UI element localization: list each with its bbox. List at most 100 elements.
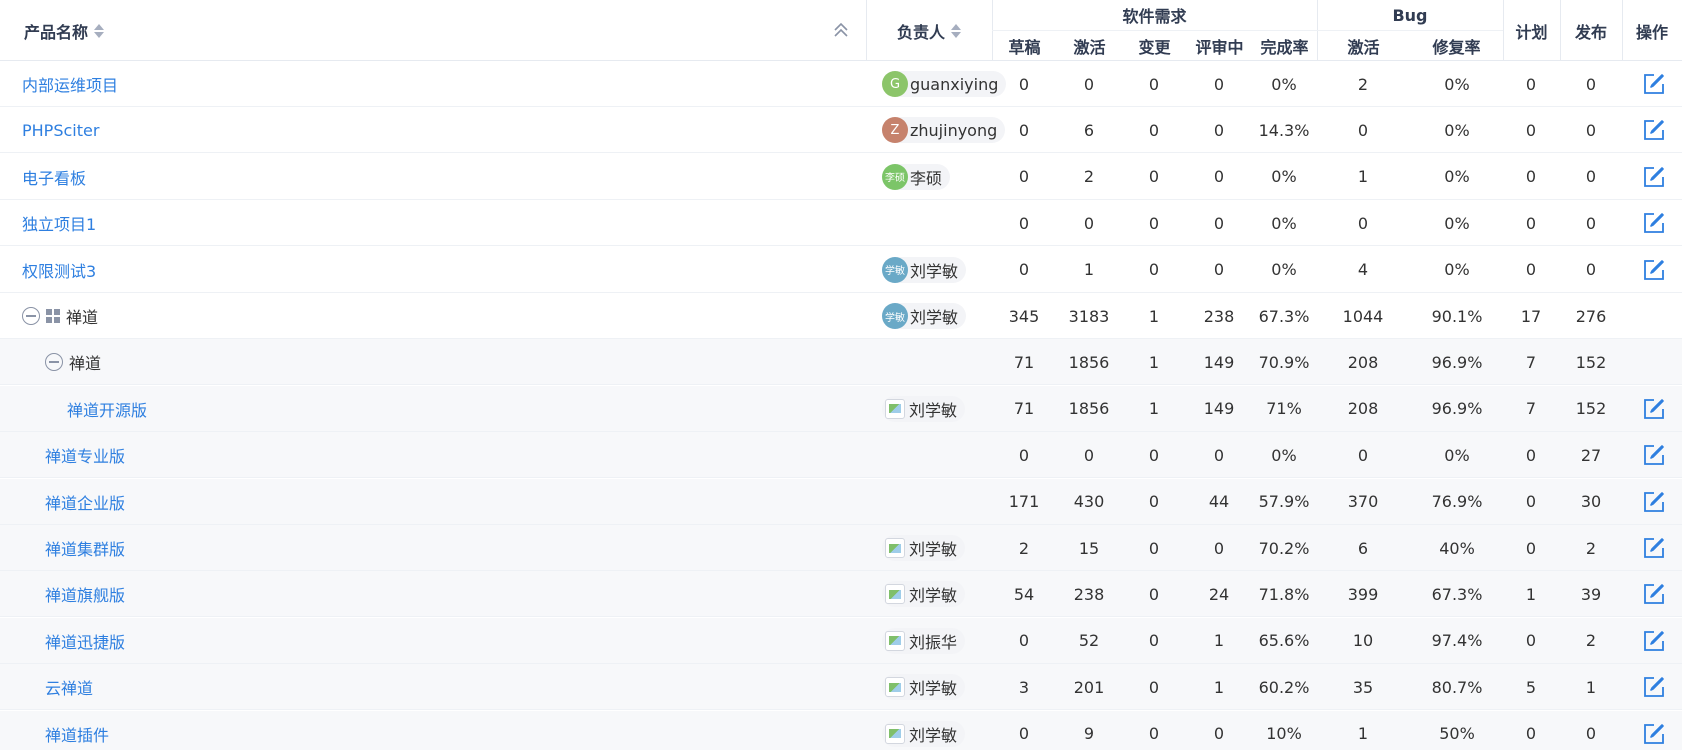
edit-icon[interactable] [1642,72,1666,96]
double-chevron-up-icon[interactable] [832,20,850,40]
collapse-circle-icon[interactable] [22,307,40,325]
cell-changed: 0 [1148,74,1160,94]
sort-icon[interactable] [94,23,105,38]
product-link[interactable]: 禅道开源版 [67,397,147,421]
header-story-reviewing: 评审中 [1195,37,1244,57]
cell-release: 152 [1575,399,1607,419]
cell-bug-active: 4 [1357,260,1369,280]
edit-icon[interactable] [1642,258,1666,282]
owner-name: 李硕 [910,168,943,188]
cell-bug-fixrate: 96.9% [1431,352,1483,372]
product-link[interactable]: 禅道插件 [45,722,109,746]
product-name-cell: 禅道插件 [45,711,109,750]
header-product-name[interactable]: 产品名称 [24,0,105,61]
avatar-image-icon [885,584,905,605]
cell-draft: 0 [1018,260,1030,280]
table-row: 禅道开源版 刘学敏 71 1856 1 149 71% 208 96.9% 7 152 [0,385,1682,432]
cell-plan: 1 [1525,584,1537,604]
cell-active: 430 [1073,492,1105,512]
header-story-active: 激活 [1073,37,1106,57]
cell-active: 1856 [1068,352,1110,372]
cell-active: 52 [1078,631,1100,651]
cell-changed: 0 [1148,492,1160,512]
cell-draft: 3 [1018,677,1030,697]
cell-active: 1 [1083,260,1095,280]
edit-icon[interactable] [1642,118,1666,142]
header-plan: 计划 [1515,22,1548,42]
cell-active: 0 [1083,213,1095,233]
cell-bug-active: 1 [1357,167,1369,187]
edit-icon[interactable] [1642,490,1666,514]
edit-icon[interactable] [1642,582,1666,606]
product-table: 产品名称 负责人 软件需求 草稿 激活 变更 评审中 完成率 Bug 激活 修复… [0,0,1682,750]
cell-completion: 0% [1271,74,1297,94]
owner-chip: 刘学敏 [882,720,966,747]
sort-icon[interactable] [951,23,961,38]
header-release: 发布 [1574,22,1607,42]
cell-active: 201 [1073,677,1105,697]
avatar: 李硕 [882,163,908,190]
product-link[interactable]: PHPSciter [22,121,99,140]
cell-reviewing: 0 [1213,445,1225,465]
cell-release: 0 [1585,74,1597,94]
table-row: 禅道专业版 0 0 0 0 0% 0 0% 0 27 [0,432,1682,479]
edit-icon[interactable] [1642,443,1666,467]
cell-active: 0 [1083,445,1095,465]
product-link[interactable]: 禅道专业版 [45,443,125,467]
cell-plan: 0 [1525,538,1537,558]
cell-plan: 17 [1520,306,1542,326]
product-link[interactable]: 禅道旗舰版 [45,582,125,606]
collapse-circle-icon[interactable] [45,353,63,372]
cell-completion: 71.8% [1258,584,1310,604]
edit-icon[interactable] [1642,397,1666,421]
cell-bug-active: 0 [1357,445,1369,465]
product-link[interactable]: 禅道集群版 [45,536,125,560]
product-link[interactable]: 禅道迅捷版 [45,629,125,653]
product-link[interactable]: 权限测试3 [22,258,96,282]
edit-icon[interactable] [1642,165,1666,189]
product-link[interactable]: 禅道企业版 [45,490,125,514]
cell-reviewing: 0 [1213,74,1225,94]
edit-icon[interactable] [1642,629,1666,653]
edit-icon[interactable] [1642,536,1666,560]
cell-draft: 0 [1018,724,1030,744]
cell-bug-fixrate: 96.9% [1431,399,1483,419]
cell-plan: 0 [1525,631,1537,651]
cell-draft: 71 [1013,352,1035,372]
cell-draft: 345 [1008,306,1040,326]
edit-icon[interactable] [1642,722,1666,746]
cell-bug-fixrate: 0% [1444,120,1470,140]
product-link[interactable]: 独立项目1 [22,211,96,235]
cell-reviewing: 149 [1203,399,1235,419]
product-link[interactable]: 电子看板 [22,165,86,189]
cell-bug-fixrate: 80.7% [1431,677,1483,697]
product-link[interactable]: 内部运维项目 [22,72,118,96]
cell-draft: 0 [1018,120,1030,140]
cell-release: 1 [1585,677,1597,697]
table-row: 电子看板 李硕 李硕 0 2 0 0 0% 1 0% 0 0 [0,154,1682,200]
owner-name: 刘振华 [909,632,958,652]
header-story-draft: 草稿 [1008,37,1041,57]
cell-reviewing: 0 [1213,167,1225,187]
header-action: 操作 [1635,22,1668,42]
edit-icon[interactable] [1642,675,1666,699]
product-name-cell: PHPSciter [22,107,99,153]
cell-draft: 2 [1018,538,1030,558]
product-name-cell: 禅道旗舰版 [45,571,125,617]
cell-plan: 0 [1525,445,1537,465]
cell-completion: 0% [1271,260,1297,280]
table-row: 禅道插件 刘学敏 0 9 0 0 10% 1 50% 0 0 [0,710,1682,750]
cell-plan: 0 [1525,260,1537,280]
table-row: PHPSciter Zzhujinyong 0 6 0 0 14.3% 0 0% 0 0 [0,107,1682,154]
cell-changed: 0 [1148,724,1160,744]
cell-release: 0 [1585,724,1597,744]
edit-icon[interactable] [1642,211,1666,235]
cell-active: 238 [1073,584,1105,604]
header-owner[interactable]: 负责人 [866,0,992,61]
cell-bug-fixrate: 0% [1444,74,1470,94]
cell-changed: 0 [1148,120,1160,140]
owner-chip: Zzhujinyong [882,117,1006,144]
product-link[interactable]: 云禅道 [45,675,93,699]
table-row: 禅道集群版 刘学敏 2 15 0 0 70.2% 6 40% 0 2 [0,525,1682,571]
table-row: 禅道 学敏 刘学敏 345 3183 1 238 67.3% 1044 90.1% 17 276 [0,293,1682,339]
